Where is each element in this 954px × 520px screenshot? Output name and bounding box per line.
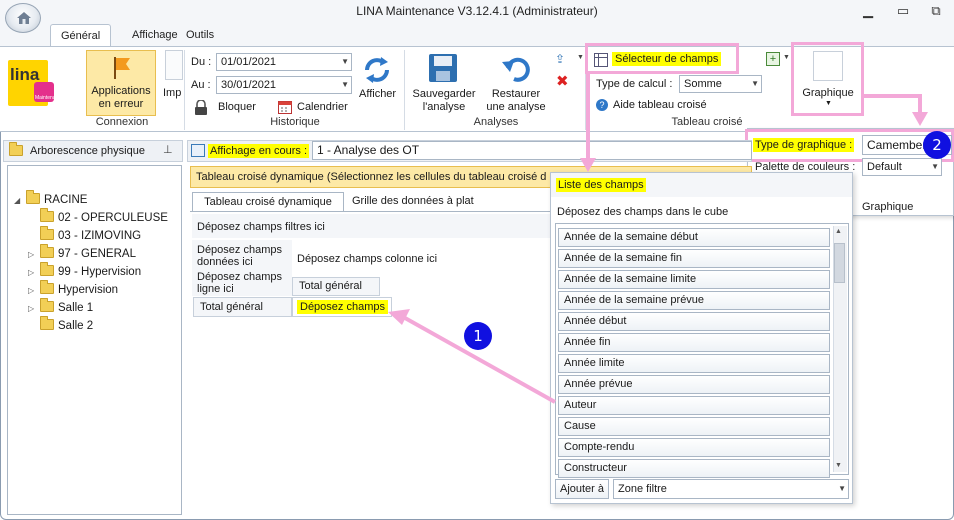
arrow-graphique-line	[864, 94, 922, 112]
arrow-graphique-head	[912, 112, 928, 126]
arrow-field-selector-head	[580, 158, 596, 172]
annotation-badge-2: 2	[923, 131, 951, 159]
annotation-badge-1: 1	[464, 322, 492, 350]
annotation-arrows	[388, 74, 928, 404]
